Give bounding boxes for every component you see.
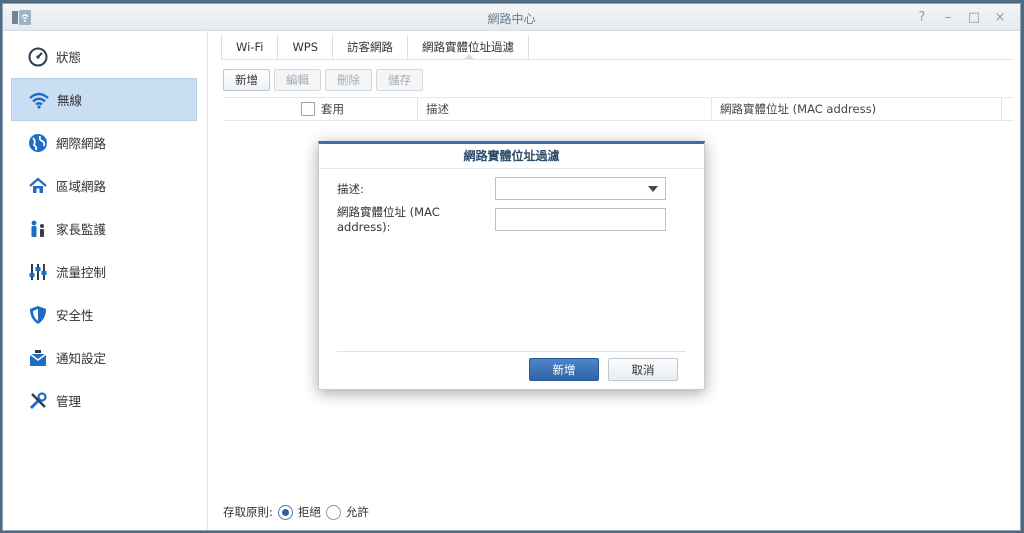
deny-radio[interactable] — [277, 504, 293, 520]
access-policy: 存取原則: 拒絕 允許 — [223, 504, 369, 520]
tab-mac-filter[interactable]: 網路實體位址過濾 — [407, 35, 530, 60]
deny-label: 拒絕 — [297, 505, 321, 519]
tab-wifi[interactable]: Wi-Fi — [221, 35, 277, 59]
minimize-icon[interactable]: – — [938, 8, 958, 26]
sidebar-item-parental-control[interactable]: 家長監護 — [11, 207, 197, 250]
sidebar-item-traffic-control[interactable]: 流量控制 — [11, 250, 197, 293]
family-icon — [27, 218, 49, 240]
dialog-title: 網路實體位址過濾 — [319, 144, 704, 169]
tab-divider — [221, 59, 1014, 60]
dialog-divider — [337, 351, 686, 352]
window-title: 網路中心 — [487, 12, 536, 26]
column-apply-label: 套用 — [321, 102, 344, 116]
sidebar-item-label: 區域網路 — [56, 179, 107, 194]
description-label: 描述: — [337, 181, 364, 196]
description-select[interactable] — [495, 177, 666, 200]
sidebar-item-label: 家長監護 — [56, 222, 107, 237]
tab-wps[interactable]: WPS — [277, 35, 332, 59]
select-all-checkbox[interactable] — [301, 102, 315, 116]
shield-icon — [27, 304, 49, 326]
sliders-icon — [27, 261, 49, 283]
mac-address-input[interactable] — [495, 207, 666, 231]
column-description[interactable]: 描述 — [418, 98, 712, 120]
notification-icon — [27, 347, 49, 369]
sidebar-item-wireless[interactable]: 無線 — [11, 78, 197, 121]
toolbar: 新增 編輯 刪除 儲存 — [223, 69, 423, 91]
close-icon[interactable]: × — [990, 8, 1010, 26]
sidebar-item-label: 流量控制 — [56, 265, 107, 280]
sidebar-item-notification[interactable]: 通知設定 — [11, 336, 197, 379]
sidebar-item-security[interactable]: 安全性 — [11, 293, 197, 336]
gauge-icon — [27, 46, 49, 68]
help-icon[interactable]: ? — [912, 8, 932, 26]
chevron-down-icon — [648, 186, 658, 192]
delete-button[interactable]: 刪除 — [325, 69, 372, 91]
column-mac-label: 網路實體位址 (MAC address) — [720, 102, 877, 116]
sidebar-item-label: 安全性 — [56, 308, 94, 323]
tab-guest-network[interactable]: 訪客網路 — [332, 35, 407, 59]
edit-button[interactable]: 編輯 — [274, 69, 321, 91]
allow-label: 允許 — [345, 505, 369, 519]
title-bar: 網路中心 ? – □ × — [3, 4, 1020, 31]
mac-row: 網路實體位址 (MAC address): — [337, 204, 666, 234]
sidebar-item-label: 網際網路 — [56, 136, 107, 151]
globe-icon — [27, 132, 49, 154]
sidebar-item-internet[interactable]: 網際網路 — [11, 121, 197, 164]
sidebar-item-label: 狀態 — [56, 50, 82, 65]
description-row: 描述: — [337, 177, 666, 200]
sidebar-item-label: 通知設定 — [56, 351, 107, 366]
grid-header: 套用 描述 網路實體位址 (MAC address) — [223, 97, 1014, 121]
sidebar-item-management[interactable]: 管理 — [11, 379, 197, 422]
column-description-label: 描述 — [426, 102, 449, 116]
sidebar-item-local-network[interactable]: 區域網路 — [11, 164, 197, 207]
save-button[interactable]: 儲存 — [376, 69, 423, 91]
add-button[interactable]: 新增 — [223, 69, 270, 91]
sidebar-item-label: 管理 — [56, 394, 82, 409]
tools-icon — [27, 390, 49, 412]
dialog-cancel-button[interactable]: 取消 — [608, 358, 678, 381]
home-network-icon — [27, 175, 49, 197]
tab-bar: Wi-Fi WPS 訪客網路 網路實體位址過濾 — [221, 35, 530, 60]
maximize-icon[interactable]: □ — [964, 8, 984, 26]
sidebar-item-status[interactable]: 狀態 — [11, 35, 197, 78]
wifi-icon — [28, 89, 50, 111]
sidebar-item-label: 無線 — [57, 93, 83, 108]
column-apply[interactable]: 套用 — [223, 98, 418, 120]
allow-radio[interactable] — [325, 504, 341, 520]
access-policy-label: 存取原則: — [223, 505, 273, 519]
mac-filter-dialog: 網路實體位址過濾 描述: 網路實體位址 (MAC address): 新增 取消 — [318, 141, 705, 390]
mac-label: 網路實體位址 (MAC address): — [337, 205, 440, 234]
sidebar: 狀態 無線 網際網路 區域網路 家長監護 流量控制 安全性 通知設定 管理 — [3, 31, 208, 530]
dialog-add-button[interactable]: 新增 — [529, 358, 599, 381]
column-mac[interactable]: 網路實體位址 (MAC address) — [712, 98, 1002, 120]
